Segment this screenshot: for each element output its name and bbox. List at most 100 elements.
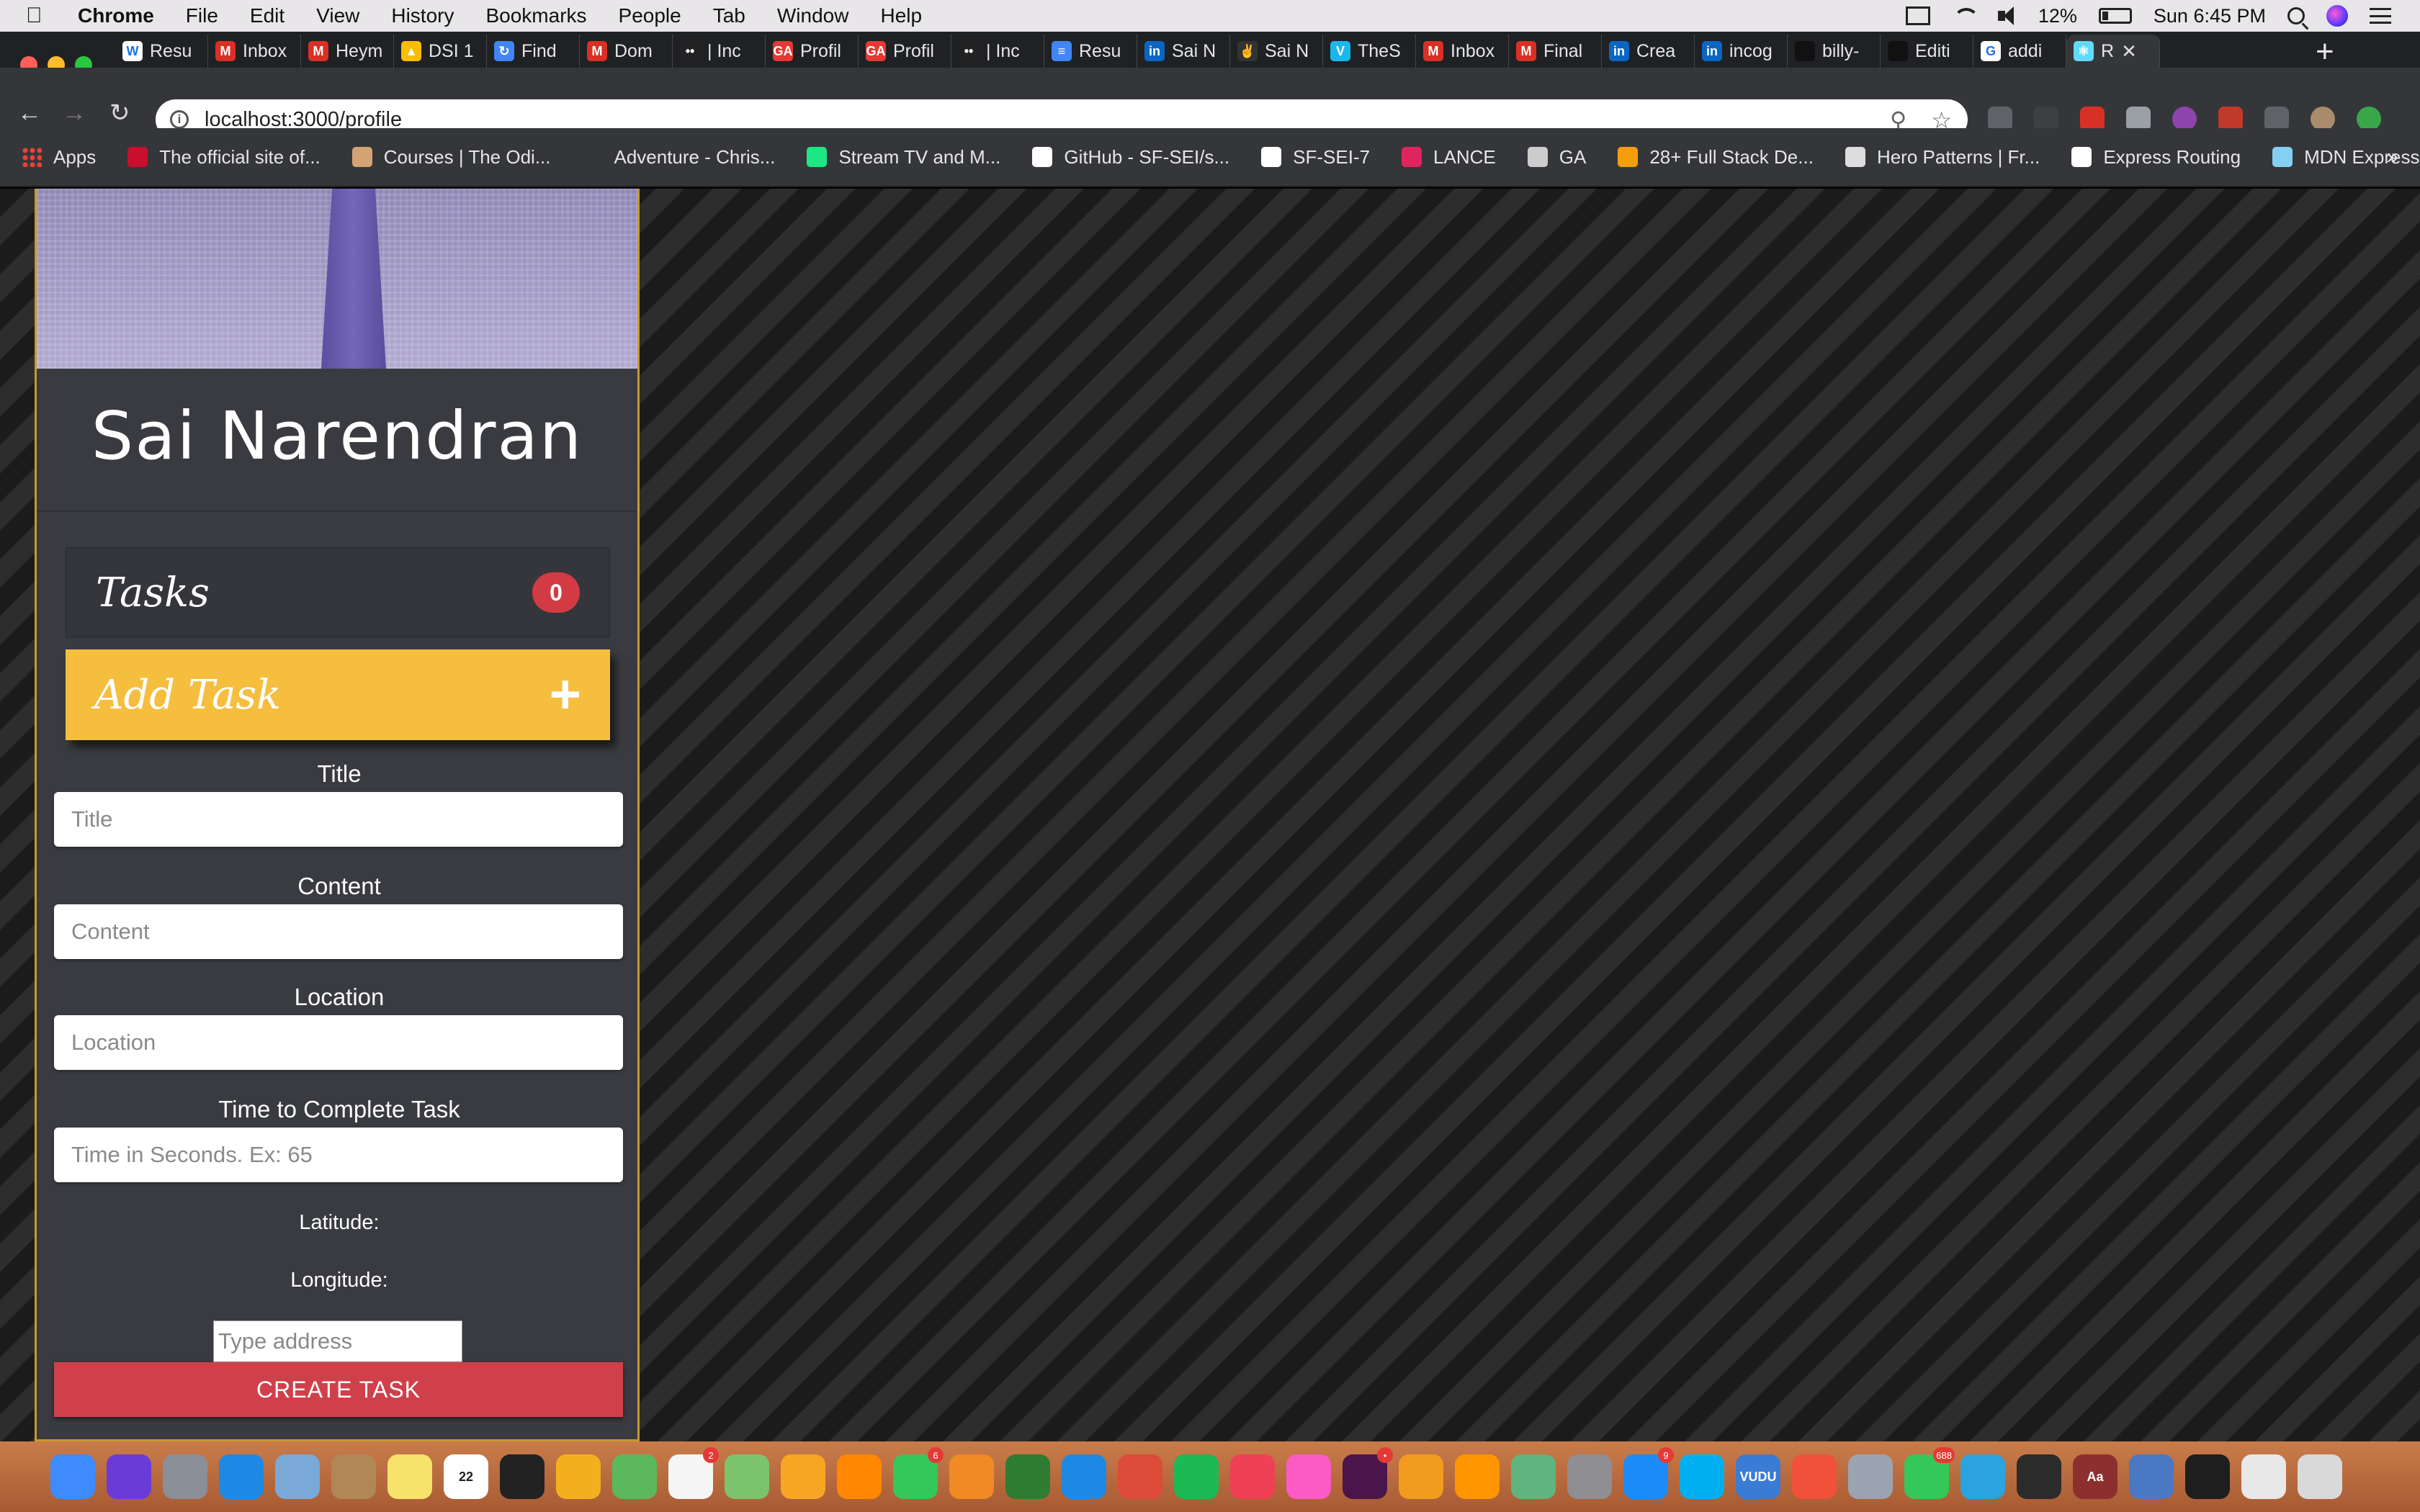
bookmark-item[interactable]: Express Routing (2071, 146, 2241, 168)
browser-tab[interactable]: V TheS (1323, 35, 1416, 68)
spotify-icon[interactable] (1174, 1454, 1219, 1499)
documents-stack-icon[interactable] (2241, 1454, 2286, 1499)
dictionary-icon[interactable]: Aa (2073, 1454, 2118, 1499)
siri-icon[interactable] (107, 1454, 151, 1499)
browser-tab[interactable]: Gaddi (1973, 35, 2066, 68)
ibooks-icon[interactable] (1455, 1454, 1500, 1499)
terminal-icon[interactable] (2185, 1454, 2230, 1499)
browser-tab[interactable]: billy- (1788, 35, 1881, 68)
update-icon[interactable] (2357, 107, 2381, 131)
vlc-icon[interactable] (837, 1454, 882, 1499)
spotlight-search-icon[interactable] (2287, 7, 2305, 24)
paw-icon[interactable] (612, 1454, 657, 1499)
media-controls-icon[interactable] (2264, 107, 2289, 131)
more-bookmarks-chevron-icon[interactable]: » (2386, 145, 2398, 169)
browser-tab[interactable]: ▲ DSI 1 (394, 35, 487, 68)
tasks-header[interactable]: Tasks 0 (66, 547, 610, 638)
itunes-icon[interactable] (1286, 1454, 1331, 1499)
swift-icon[interactable] (1792, 1454, 1837, 1499)
activity-monitor-icon[interactable] (2017, 1454, 2061, 1499)
messages-icon[interactable]: 688 (1904, 1447, 1955, 1499)
telegram-icon[interactable] (1960, 1454, 2005, 1499)
browser-tab[interactable]: in incog (1695, 35, 1788, 68)
menu-help[interactable]: Help (880, 4, 922, 27)
bookmark-item[interactable]: GA (1527, 146, 1586, 168)
system-preferences-icon[interactable] (1567, 1454, 1612, 1499)
pocket-extension-icon[interactable] (1988, 107, 2012, 131)
menu-view[interactable]: View (316, 4, 359, 27)
notes-icon[interactable] (387, 1454, 432, 1499)
menubar-clock[interactable]: Sun 6:45 PM (2154, 5, 2266, 27)
address-input[interactable] (213, 1320, 462, 1362)
browser-tab[interactable]: ↻ Find (487, 35, 580, 68)
bookmark-item[interactable]: Hero Patterns | Fr... (1845, 146, 2040, 168)
bookmark-item[interactable]: GitHub - SF-SEI/s... (1032, 146, 1229, 168)
extension-icon[interactable] (2034, 107, 2058, 131)
create-task-button[interactable]: CREATE TASK (54, 1362, 623, 1417)
bookmark-item[interactable]: Courses | The Odi... (351, 146, 550, 168)
maps-icon[interactable] (725, 1454, 769, 1499)
bookmark-item[interactable]: The official site of... (127, 146, 321, 168)
menu-app-name[interactable]: Chrome (78, 4, 154, 27)
bookmark-item[interactable]: 28+ Full Stack De... (1618, 146, 1814, 168)
browser-tab[interactable]: M Inbox (208, 35, 301, 68)
new-tab-button[interactable]: + (2316, 36, 2334, 68)
tab-close-icon[interactable]: ✕ (2121, 40, 2137, 63)
bookmark-item[interactable]: Apps (22, 146, 96, 168)
title-input[interactable] (54, 792, 623, 847)
finder-icon[interactable] (50, 1454, 95, 1499)
browser-tab[interactable]: in Crea (1602, 35, 1695, 68)
launchpad-icon[interactable] (163, 1454, 207, 1499)
facetime-icon[interactable]: 6 (893, 1447, 944, 1499)
wifi-icon[interactable] (1952, 6, 1979, 25)
extension-icon[interactable] (2126, 107, 2151, 131)
menu-people[interactable]: People (619, 4, 681, 27)
atom-icon[interactable] (1511, 1454, 1556, 1499)
preview-icon[interactable] (275, 1454, 320, 1499)
contacts-icon[interactable] (331, 1454, 376, 1499)
app-store-icon[interactable]: 9 (1623, 1447, 1674, 1499)
browser-tab[interactable]: ≡ Resu (1044, 35, 1137, 68)
bookmark-item[interactable]: Stream TV and M... (807, 146, 1000, 168)
menu-history[interactable]: History (391, 4, 454, 27)
chrome-icon[interactable] (1118, 1454, 1162, 1499)
window-manager-icon[interactable] (1905, 6, 1930, 25)
bookmark-item[interactable]: SF-SEI-7 (1261, 146, 1370, 168)
trash-icon[interactable] (2298, 1454, 2342, 1499)
vudu-icon[interactable]: VUDU (1736, 1454, 1780, 1499)
battery-icon[interactable] (2098, 8, 2132, 24)
browser-tab[interactable]: ✌ Sai N (1230, 35, 1323, 68)
volume-icon[interactable] (1997, 6, 2017, 25)
skype-icon[interactable] (1680, 1454, 1724, 1499)
site-info-icon[interactable]: i (170, 110, 189, 129)
battery-percent[interactable]: 12% (2038, 5, 2077, 27)
notification-center-icon[interactable] (2370, 8, 2391, 24)
profile-avatar[interactable] (2311, 107, 2335, 131)
sublime-icon[interactable] (1399, 1454, 1443, 1499)
browser-tab[interactable]: M Dom (580, 35, 673, 68)
browser-tab[interactable]: M Inbox (1416, 35, 1509, 68)
menu-bookmarks[interactable]: Bookmarks (485, 4, 586, 27)
bookmark-item[interactable]: Adventure - Chris... (582, 146, 775, 168)
digital-clock-icon[interactable] (500, 1454, 544, 1499)
browser-tab[interactable]: GA Profil (859, 35, 951, 68)
apple-menu-icon[interactable]:  (26, 4, 58, 28)
forward-arrow-icon[interactable]: → (62, 101, 86, 125)
extension-icon[interactable] (2172, 107, 2197, 131)
keynote-icon[interactable] (1062, 1454, 1106, 1499)
browser-tab[interactable]: W Resu (115, 35, 208, 68)
time-input[interactable] (54, 1128, 623, 1182)
browser-tab[interactable]: M Final (1509, 35, 1602, 68)
calendar-icon[interactable]: 22 (444, 1454, 488, 1499)
browser-tab[interactable]: Editi (1881, 35, 1973, 68)
bookmark-item[interactable]: LANCE (1402, 146, 1496, 168)
menu-window[interactable]: Window (777, 4, 849, 27)
photos-icon[interactable] (781, 1454, 825, 1499)
siri-icon[interactable] (2326, 5, 2348, 27)
back-arrow-icon[interactable]: ← (17, 101, 42, 125)
reminders-icon[interactable]: 2 (668, 1447, 719, 1499)
adblock-extension-icon[interactable] (2080, 107, 2105, 131)
chrome-canary-icon[interactable] (2129, 1454, 2174, 1499)
safari-icon[interactable] (219, 1454, 264, 1499)
pages-icon[interactable] (949, 1454, 994, 1499)
